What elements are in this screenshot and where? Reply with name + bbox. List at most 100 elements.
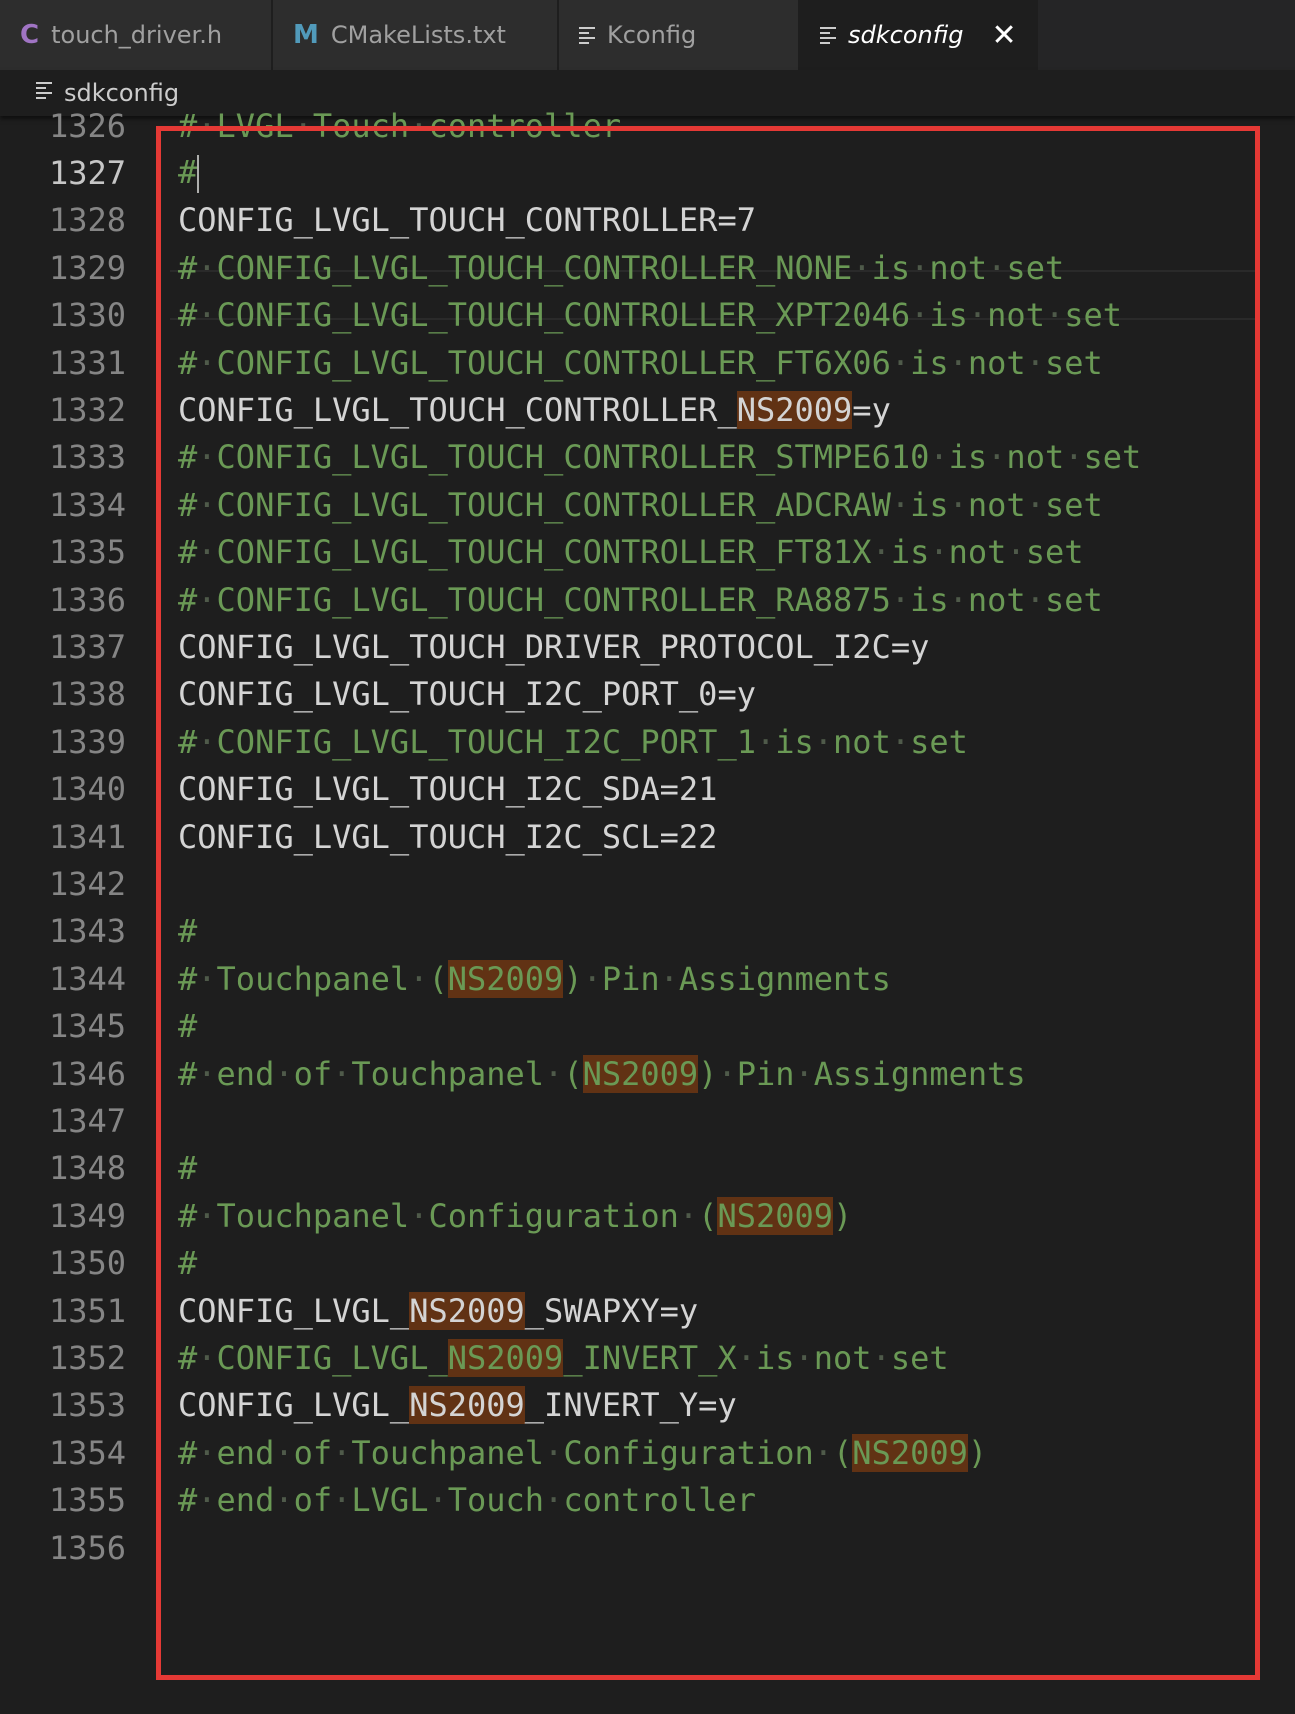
code-line[interactable]: 1349 #·Touchpanel·Configuration·(NS2009): [0, 1192, 1295, 1239]
tab-cmakelists[interactable]: M CMakeLists.txt: [273, 0, 559, 70]
line-number: 1333: [48, 438, 126, 477]
search-match: NS2009: [736, 391, 853, 430]
line-text: #·Touchpanel·Configuration·(NS2009): [178, 1196, 853, 1235]
tab-bar: C touch_driver.h M CMakeLists.txt Kconfi…: [0, 0, 1295, 70]
text-file-icon: [36, 79, 64, 108]
line-text: #·Touchpanel·(NS2009)·Pin·Assignments: [178, 959, 891, 998]
line-text: #·end·of·LVGL·Touch·controller: [178, 1481, 756, 1520]
line-number: 1350: [48, 1244, 126, 1283]
code-line[interactable]: 1330 #·CONFIG_LVGL_TOUCH_CONTROLLER_XPT20…: [0, 292, 1295, 339]
line-text: #·LVGL·Touch·controller: [178, 112, 622, 145]
tab-label: Kconfig: [607, 21, 697, 49]
line-number: 1332: [48, 391, 126, 430]
code-line[interactable]: 1339 #·CONFIG_LVGL_TOUCH_I2C_PORT_1·is·no…: [0, 718, 1295, 765]
code-line[interactable]: 1340 CONFIG_LVGL_TOUCH_I2C_SDA=21: [0, 766, 1295, 813]
line-text: #: [178, 1007, 198, 1046]
code-line[interactable]: 1348 #: [0, 1145, 1295, 1192]
line-number: 1348: [48, 1149, 126, 1188]
close-icon[interactable]: ✕: [991, 18, 1016, 53]
code-line[interactable]: 1353 CONFIG_LVGL_NS2009_INVERT_Y=y: [0, 1382, 1295, 1429]
tab-label: sdkconfig: [848, 21, 964, 49]
search-match: NS2009: [409, 1386, 525, 1425]
line-text: #·CONFIG_LVGL_TOUCH_CONTROLLER_ADCRAW·is…: [178, 485, 1103, 524]
code-line[interactable]: 1328 CONFIG_LVGL_TOUCH_CONTROLLER=7: [0, 197, 1295, 244]
line-number: 1329: [48, 248, 126, 287]
tab-sdkconfig[interactable]: sdkconfig ✕: [800, 0, 1038, 70]
line-text: #·CONFIG_LVGL_TOUCH_CONTROLLER_STMPE610·…: [178, 438, 1142, 477]
search-match: NS2009: [717, 1196, 834, 1235]
tab-label: CMakeLists.txt: [330, 21, 506, 49]
line-number: 1349: [48, 1196, 126, 1235]
code-line[interactable]: 1341 CONFIG_LVGL_TOUCH_I2C_SCL=22: [0, 813, 1295, 860]
line-number: 1328: [48, 201, 126, 240]
code-line[interactable]: 1338 CONFIG_LVGL_TOUCH_I2C_PORT_0=y: [0, 671, 1295, 718]
line-text: #: [178, 1244, 198, 1283]
line-text: #: [178, 1149, 198, 1188]
line-number: 1353: [48, 1386, 126, 1425]
code-line[interactable]: 1327 #: [0, 149, 1295, 196]
code-line[interactable]: 1354 #·end·of·Touchpanel·Configuration·(N…: [0, 1429, 1295, 1476]
code-line[interactable]: 1335 #·CONFIG_LVGL_TOUCH_CONTROLLER_FT81X…: [0, 529, 1295, 576]
search-match: NS2009: [852, 1433, 968, 1472]
code-line[interactable]: 1346 #·end·of·Touchpanel·(NS2009)·Pin·Ass…: [0, 1050, 1295, 1097]
code-line[interactable]: 1343 #: [0, 908, 1295, 955]
line-number: 1334: [48, 485, 126, 524]
code-line[interactable]: 1334 #·CONFIG_LVGL_TOUCH_CONTROLLER_ADCRA…: [0, 481, 1295, 528]
text-file-icon: [579, 24, 595, 47]
tab-touch-driver-h[interactable]: C touch_driver.h: [0, 0, 273, 70]
code-line[interactable]: 1351 CONFIG_LVGL_NS2009_SWAPXY=y: [0, 1287, 1295, 1334]
line-text: CONFIG_LVGL_TOUCH_I2C_SCL=22: [178, 817, 718, 856]
c-file-icon: C: [20, 20, 40, 50]
code-line[interactable]: 1344 #·Touchpanel·(NS2009)·Pin·Assignment…: [0, 955, 1295, 1002]
text-file-icon: [820, 24, 836, 47]
breadcrumb-item-sdkconfig[interactable]: sdkconfig: [64, 79, 179, 107]
line-text: #: [178, 153, 200, 194]
line-number: 1336: [48, 580, 126, 619]
breadcrumb: sdkconfig: [0, 70, 1295, 116]
code-line[interactable]: 1350 #: [0, 1240, 1295, 1287]
line-text: #: [178, 912, 198, 951]
line-number: 1352: [48, 1339, 126, 1378]
line-number: 1346: [48, 1054, 126, 1093]
code-editor[interactable]: 1326 #·LVGL·Touch·controller 1327 # 1328 CONF…: [0, 112, 1295, 1714]
code-line[interactable]: 1331 #·CONFIG_LVGL_TOUCH_CONTROLLER_FT6X0…: [0, 339, 1295, 386]
code-line[interactable]: 1345 #: [0, 1003, 1295, 1050]
line-text: CONFIG_LVGL_NS2009_SWAPXY=y: [178, 1291, 699, 1330]
code-line[interactable]: 1326 #·LVGL·Touch·controller: [0, 112, 1295, 149]
code-line[interactable]: 1336 #·CONFIG_LVGL_TOUCH_CONTROLLER_RA887…: [0, 576, 1295, 623]
code-line[interactable]: 1337 CONFIG_LVGL_TOUCH_DRIVER_PROTOCOL_I2…: [0, 623, 1295, 670]
cmake-file-icon: M: [293, 20, 319, 50]
line-text: #·CONFIG_LVGL_TOUCH_CONTROLLER_RA8875·is…: [178, 580, 1103, 619]
line-number: 1340: [48, 770, 126, 809]
search-match: NS2009: [447, 1339, 564, 1378]
code-line[interactable]: 1329 #·CONFIG_LVGL_TOUCH_CONTROLLER_NONE·…: [0, 244, 1295, 291]
code-line[interactable]: 1332 CONFIG_LVGL_TOUCH_CONTROLLER_NS2009=…: [0, 386, 1295, 433]
line-text: #·CONFIG_LVGL_TOUCH_I2C_PORT_1·is·not·se…: [178, 722, 968, 761]
line-text: #·CONFIG_LVGL_TOUCH_CONTROLLER_FT6X06·is…: [178, 343, 1103, 382]
line-number: 1343: [48, 912, 126, 951]
line-number: 1354: [48, 1433, 126, 1472]
line-number: 1335: [48, 533, 126, 572]
line-text: #·CONFIG_LVGL_TOUCH_CONTROLLER_XPT2046·i…: [178, 296, 1123, 335]
search-match: NS2009: [447, 959, 564, 998]
code-line[interactable]: 1347: [0, 1097, 1295, 1144]
line-text: #·CONFIG_LVGL_TOUCH_CONTROLLER_FT81X·is·…: [178, 533, 1084, 572]
line-text: #·CONFIG_LVGL_TOUCH_CONTROLLER_NONE·is·n…: [178, 248, 1065, 287]
line-text: CONFIG_LVGL_TOUCH_I2C_SDA=21: [178, 770, 718, 809]
line-number: 1355: [48, 1481, 126, 1520]
line-text: CONFIG_LVGL_NS2009_INVERT_Y=y: [178, 1386, 737, 1425]
code-line[interactable]: 1342: [0, 860, 1295, 907]
line-number: 1344: [48, 959, 126, 998]
tab-kconfig[interactable]: Kconfig: [559, 0, 800, 70]
search-match: NS2009: [582, 1054, 699, 1093]
text-cursor: [197, 155, 200, 194]
line-text: CONFIG_LVGL_TOUCH_I2C_PORT_0=y: [178, 675, 756, 714]
line-number: 1330: [48, 296, 126, 335]
code-line[interactable]: 1355 #·end·of·LVGL·Touch·controller: [0, 1477, 1295, 1524]
code-line[interactable]: 1352 #·CONFIG_LVGL_NS2009_INVERT_X·is·not…: [0, 1334, 1295, 1381]
line-text: #·CONFIG_LVGL_NS2009_INVERT_X·is·not·set: [178, 1339, 949, 1378]
code-line[interactable]: 1333 #·CONFIG_LVGL_TOUCH_CONTROLLER_STMPE…: [0, 434, 1295, 481]
code-line[interactable]: 1356: [0, 1524, 1295, 1571]
line-text: CONFIG_LVGL_TOUCH_CONTROLLER=7: [178, 201, 756, 240]
line-number: 1342: [48, 865, 126, 904]
